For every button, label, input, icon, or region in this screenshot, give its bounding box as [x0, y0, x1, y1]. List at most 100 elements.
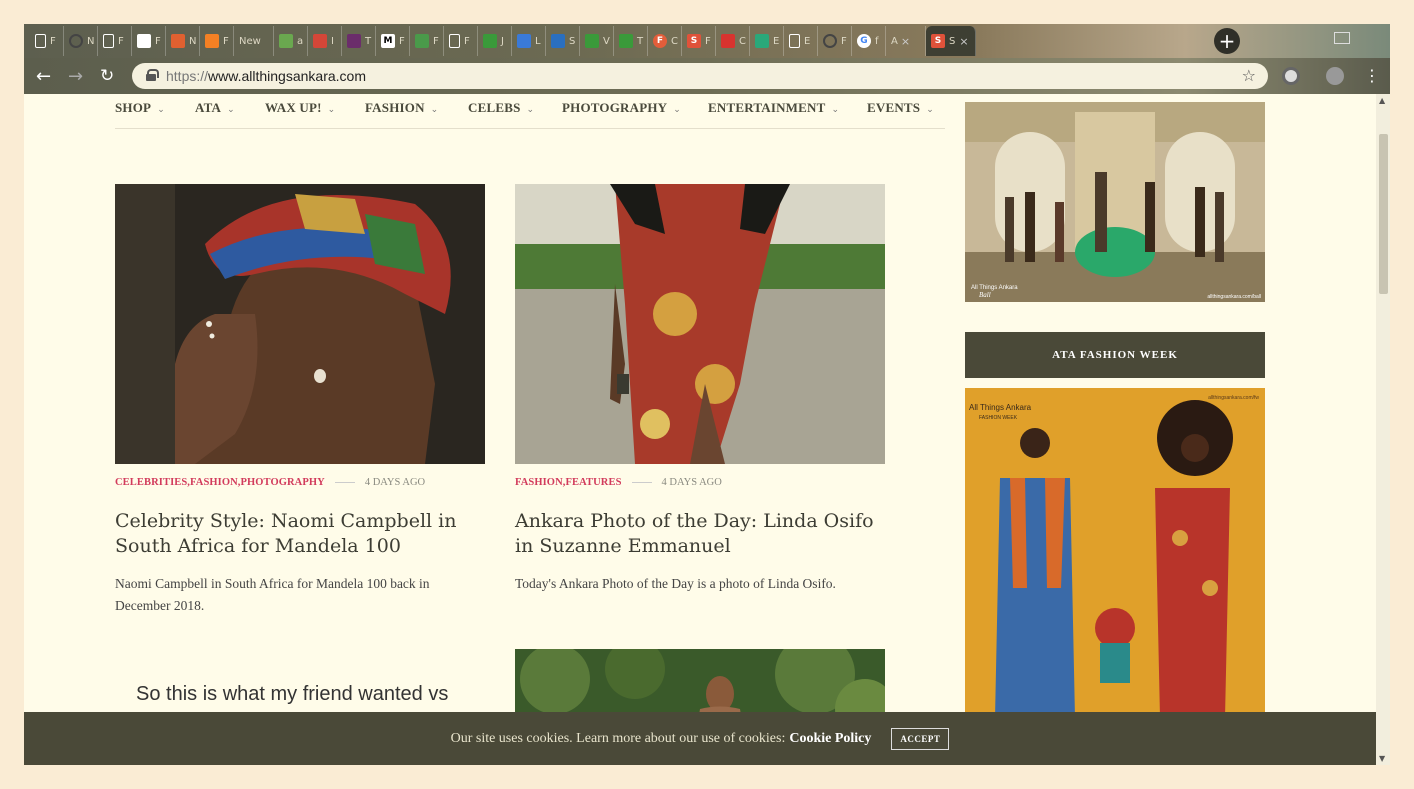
menu-kebab-icon[interactable]: ⋮ [1364, 66, 1380, 85]
tab-strip: F N F F N F New a I T M F F F J L S V T F C S F C E E F Gf A × S S × + [24, 24, 1390, 58]
tab-title: F [118, 35, 124, 47]
nav-item[interactable]: CELEBS ⌄ [468, 100, 534, 116]
new-tab-button[interactable]: + [1214, 28, 1240, 54]
browser-tab[interactable]: Gf [852, 26, 886, 56]
post-title[interactable]: Ankara Photo of the Day: Linda Osifo in … [515, 509, 885, 559]
post-card[interactable] [115, 184, 485, 464]
browser-tab[interactable]: S [546, 26, 580, 56]
nav-item[interactable]: EVENTS ⌄ [867, 100, 934, 116]
tab-title: S [949, 35, 956, 47]
nav-item[interactable]: FASHION ⌄ [365, 100, 438, 116]
puzzle-icon [137, 34, 151, 48]
nav-item[interactable]: ATA ⌄ [195, 100, 235, 116]
browser-tab[interactable]: V [580, 26, 614, 56]
browser-tab[interactable]: I [308, 26, 342, 56]
browser-tab[interactable]: T [614, 26, 648, 56]
browser-tab[interactable]: MF [376, 26, 410, 56]
forward-arrow-icon[interactable]: → [68, 66, 83, 87]
tab-title: N [87, 35, 95, 47]
tab-list: F N F F N F New a I T M F F F J L S V T F C S F C E E F Gf A × S S × [30, 26, 976, 58]
browser-tab[interactable]: S S × [926, 26, 976, 56]
browser-tab[interactable]: F [30, 26, 64, 56]
browser-tab[interactable]: J [478, 26, 512, 56]
tab-title: N [189, 35, 197, 47]
tab-title: I [331, 35, 334, 47]
nav-item[interactable]: ENTERTAINMENT ⌄ [708, 100, 839, 116]
browser-tab[interactable]: N [64, 26, 98, 56]
reload-icon[interactable]: ↻ [100, 66, 114, 86]
scrollbar-thumb[interactable] [1379, 134, 1388, 294]
browser-tab[interactable]: a [274, 26, 308, 56]
tab-title: F [464, 35, 470, 47]
nav-item[interactable]: PHOTOGRAPHY ⌄ [562, 100, 681, 116]
fashion-week-banner[interactable]: All Things Ankara FASHION WEEK allthings… [965, 388, 1265, 718]
chevron-down-icon: ⌄ [831, 104, 840, 114]
angular-icon [721, 34, 735, 48]
tab-title: F [433, 35, 439, 47]
ball-credit: allthingsankara.com/ball [1207, 294, 1261, 300]
browser-tab[interactable]: F [410, 26, 444, 56]
browser-tab[interactable]: L [512, 26, 546, 56]
fw-caption-2: FASHION WEEK [979, 415, 1018, 421]
cookie-banner: Our site uses cookies. Learn more about … [24, 712, 1376, 765]
browser-tab[interactable]: A × [886, 26, 926, 56]
page-icon [103, 34, 114, 48]
window-restore-icon[interactable] [1334, 32, 1350, 44]
nav-item[interactable]: WAX UP! ⌄ [265, 100, 335, 116]
browser-window: F N F F N F New a I T M F F F J L S V T F C S F C E E F Gf A × S S × + ←… [24, 24, 1390, 765]
chevron-down-icon: ⌄ [430, 104, 439, 114]
post-title[interactable]: Celebrity Style: Naomi Campbell in South… [115, 509, 485, 559]
scroll-up-arrow-icon[interactable]: ▲ [1379, 96, 1385, 105]
s-icon: S [931, 34, 945, 48]
tab-title: E [804, 35, 811, 47]
s-icon: S [687, 34, 701, 48]
cookie-policy-link[interactable]: Cookie Policy [789, 731, 871, 747]
post-card[interactable] [515, 184, 885, 464]
browser-tab[interactable]: E [784, 26, 818, 56]
nav-item-label: EVENTS [867, 100, 921, 115]
browser-tab[interactable]: F [200, 26, 234, 56]
scroll-down-arrow-icon[interactable]: ▼ [1379, 754, 1385, 763]
tab-title: C [671, 35, 678, 47]
address-bar[interactable]: https://www.allthingsankara.com ☆ [132, 63, 1268, 89]
bookmark-star-icon[interactable]: ☆ [1242, 66, 1256, 85]
post-categories[interactable]: FASHION,FEATURES [515, 477, 622, 488]
extension-icon[interactable] [1282, 67, 1300, 85]
browser-tab[interactable]: F [132, 26, 166, 56]
browser-tab[interactable]: FC [648, 26, 682, 56]
trello-icon [415, 34, 429, 48]
browser-tab[interactable]: F [818, 26, 852, 56]
gmail-icon [313, 34, 327, 48]
browser-tab[interactable]: F [444, 26, 478, 56]
nav-item-label: FASHION [365, 100, 425, 115]
chevron-down-icon: ⌄ [926, 104, 934, 114]
tab-title: J [501, 35, 504, 47]
post-image-linda[interactable] [515, 184, 885, 464]
tab-close-icon[interactable]: × [959, 35, 968, 48]
nav-item[interactable]: SHOP ⌄ [115, 100, 165, 116]
post-categories[interactable]: CELEBRITIES,FASHION,PHOTOGRAPHY [115, 477, 325, 488]
post-image-naomi[interactable] [115, 184, 485, 464]
accept-cookies-button[interactable]: ACCEPT [891, 727, 950, 750]
browser-tab[interactable]: N [166, 26, 200, 56]
back-arrow-icon[interactable]: ← [36, 66, 51, 87]
nav-item-label: ATA [195, 100, 222, 115]
nav-item-label: CELEBS [468, 100, 521, 115]
browser-tab[interactable]: New [234, 26, 274, 56]
browser-tab[interactable]: T [342, 26, 376, 56]
profile-avatar-icon[interactable] [1326, 67, 1344, 85]
sheet-icon [585, 34, 599, 48]
github-icon [69, 34, 83, 48]
doc-icon [517, 34, 531, 48]
chevron-down-icon: ⌄ [526, 104, 535, 114]
tab-close-icon[interactable]: × [901, 35, 910, 48]
tab-title: F [50, 35, 56, 47]
browser-tab[interactable]: C [716, 26, 750, 56]
page-scrollbar[interactable]: ▲ ▼ [1376, 94, 1390, 765]
browser-tab[interactable]: SF [682, 26, 716, 56]
ata-ball-banner[interactable]: All Things Ankara Ball allthingsankara.c… [965, 102, 1265, 302]
browser-tab[interactable]: F [98, 26, 132, 56]
page-icon [35, 34, 46, 48]
browser-tab[interactable]: E [750, 26, 784, 56]
post-date: 4 DAYS AGO [364, 477, 426, 488]
